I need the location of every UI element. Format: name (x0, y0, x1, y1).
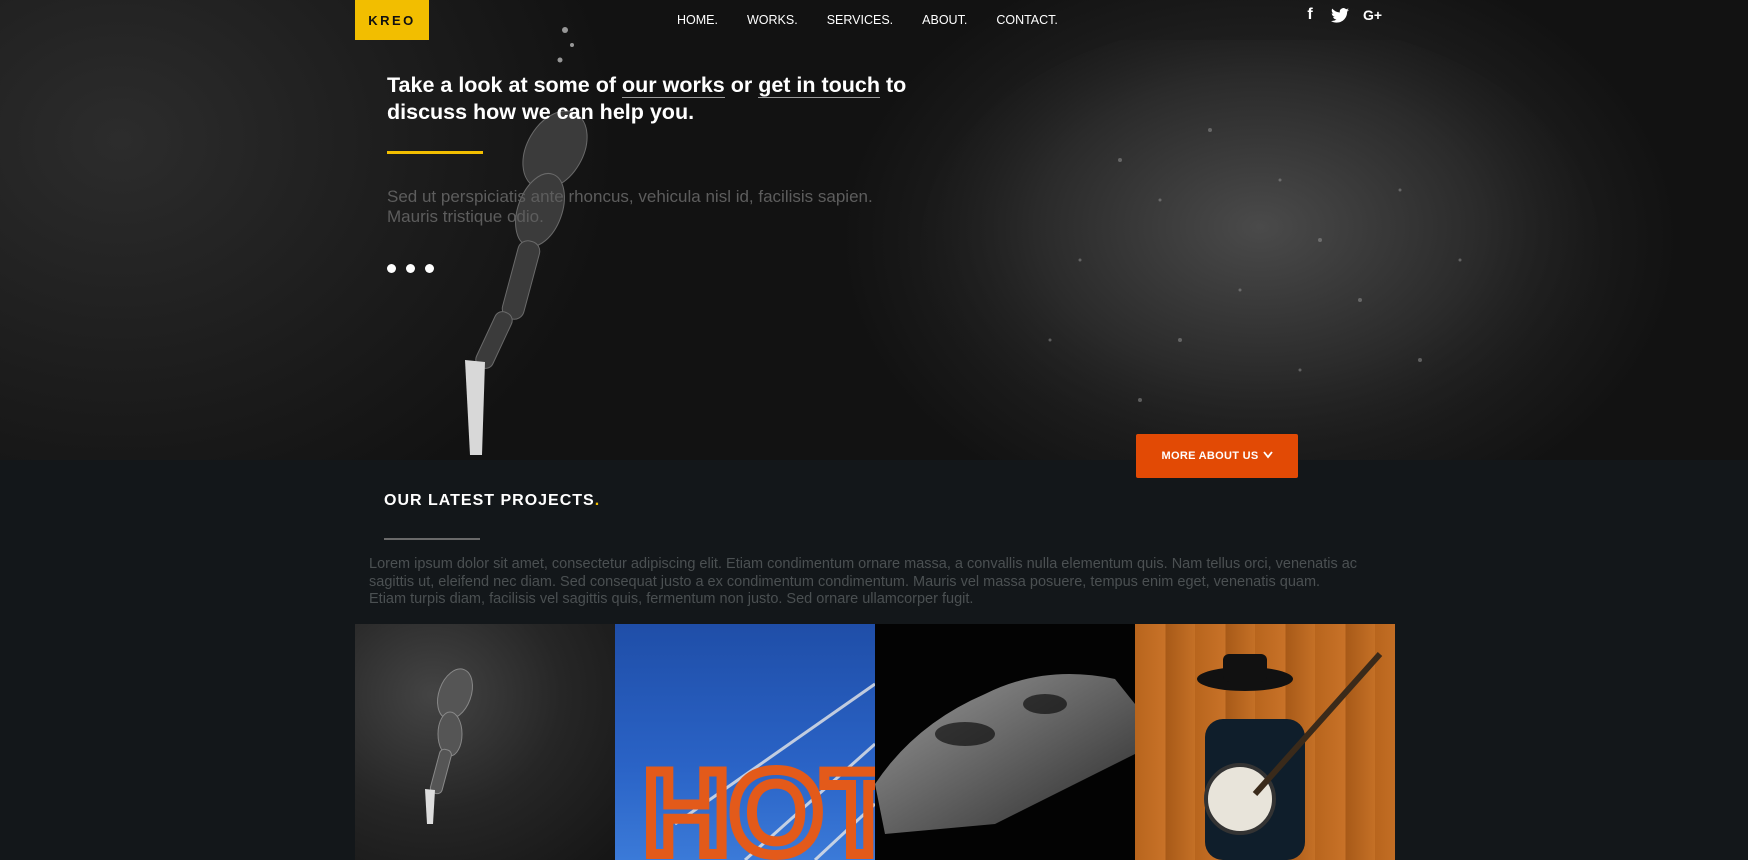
facebook-icon[interactable]: f (1303, 6, 1317, 24)
projects-description: Lorem ipsum dolor sit amet, consectetur … (369, 556, 1358, 607)
nav-works[interactable]: WORKS. (747, 13, 798, 27)
section-divider (384, 538, 480, 540)
diver-image (425, 668, 473, 824)
nav-home[interactable]: HOME. (677, 13, 718, 27)
hero-subtext: Sed ut perspiciatis ante rhoncus, vehicu… (387, 187, 873, 226)
chevron-down-icon (1262, 451, 1273, 459)
project-car[interactable] (875, 624, 1135, 860)
hotel-sign-text: HOT (643, 746, 875, 860)
project-diver[interactable] (355, 624, 615, 860)
project-hotel-sign[interactable]: HOT (615, 624, 875, 860)
project-banjo[interactable] (1135, 624, 1395, 860)
title-accent-dot: . (594, 492, 601, 509)
headline-text: Take a look at some of (387, 73, 622, 97)
nav-about[interactable]: ABOUT. (922, 13, 967, 27)
hero-section (0, 0, 1748, 460)
slide-dot-2[interactable] (406, 264, 415, 273)
hero-background-rock (920, 40, 1600, 460)
slide-dot-3[interactable] (425, 264, 434, 273)
car-image (875, 674, 1135, 834)
projects-gallery: HOT (355, 624, 1395, 860)
social-links: f G+ (1303, 6, 1382, 24)
more-about-us-button[interactable]: MORE ABOUT US (1136, 434, 1298, 478)
hotel-sign-image: HOT (638, 682, 875, 860)
twitter-icon[interactable] (1331, 7, 1349, 23)
slide-dot-1[interactable] (387, 264, 396, 273)
slider-dots (387, 264, 434, 273)
nav-services[interactable]: SERVICES. (827, 13, 893, 27)
logo[interactable]: KREO (355, 0, 429, 40)
headline-text: or (724, 73, 759, 97)
banjo-player-image (1197, 652, 1383, 860)
projects-section-title: OUR LATEST PROJECTS. (384, 492, 600, 510)
main-nav: HOME. WORKS. SERVICES. ABOUT. CONTACT. (677, 13, 1087, 27)
projects-title-text: OUR LATEST PROJECTS (384, 492, 595, 509)
get-in-touch-link[interactable]: get in touch (758, 73, 881, 98)
more-about-us-label: MORE ABOUT US (1161, 450, 1259, 462)
hero-headline: Take a look at some of our works or get … (387, 72, 947, 126)
our-works-link[interactable]: our works (621, 73, 725, 98)
google-plus-icon[interactable]: G+ (1363, 7, 1382, 23)
accent-divider (387, 151, 483, 154)
nav-contact[interactable]: CONTACT. (996, 13, 1058, 27)
